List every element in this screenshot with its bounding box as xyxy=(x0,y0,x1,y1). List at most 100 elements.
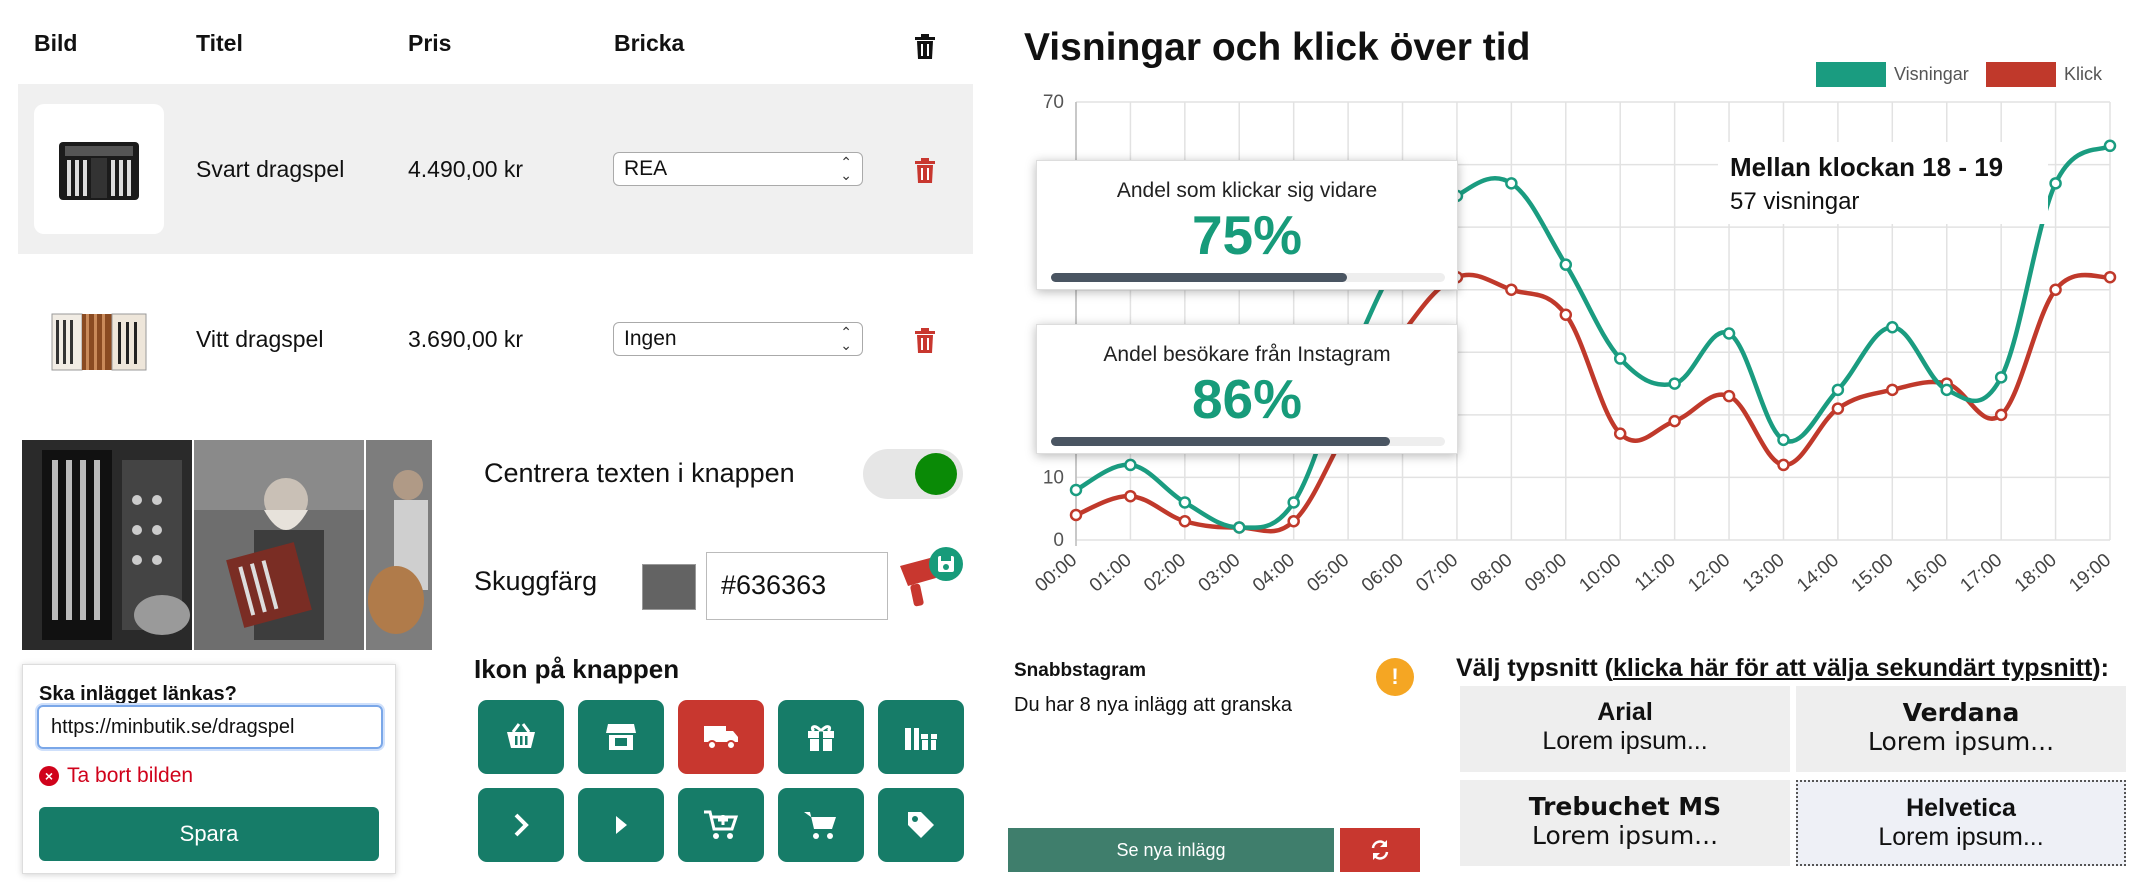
button-icon-label: Ikon på knappen xyxy=(474,654,680,684)
x-tick-label: 10:00 xyxy=(1576,550,1626,597)
kpi-label: Andel besökare från Instagram xyxy=(1103,343,1391,366)
cart-plus-icon xyxy=(704,810,739,839)
x-tick-label: 11:00 xyxy=(1631,550,1680,596)
data-point xyxy=(1668,414,1681,428)
product-price: 4.490,00 kr xyxy=(408,156,524,182)
badge-select[interactable]: REA ⌃ ⌄ xyxy=(613,152,863,186)
kpi-card: Andel som klickar sig vidare 75% xyxy=(1036,160,1458,290)
data-point xyxy=(1124,458,1137,472)
shadow-color-input[interactable]: #636363 xyxy=(706,552,888,620)
photo-accordion-player[interactable] xyxy=(194,440,364,650)
updown-chevron-icon: ⌃ ⌄ xyxy=(840,154,852,183)
photo-accordion-closeup[interactable] xyxy=(22,440,192,650)
icon-option-tag[interactable] xyxy=(878,788,964,862)
kpi-card: Andel besökare från Instagram 86% xyxy=(1036,324,1458,454)
data-point xyxy=(1613,427,1627,440)
data-point xyxy=(1559,258,1573,271)
font-option-helvetica[interactable]: Helvetica Lorem ipsum... xyxy=(1796,780,2126,866)
table-row[interactable]: Vitt dragspel 3.690,00 kr Ingen ⌃ ⌄ xyxy=(18,264,973,414)
font-option-arial[interactable]: Arial Lorem ipsum... xyxy=(1460,686,1790,772)
font-name: Trebuchet MS xyxy=(1528,792,1722,821)
product-price: 3.690,00 kr xyxy=(408,326,524,352)
accordion-image xyxy=(51,313,147,371)
link-url-input[interactable]: https://minbutik.se/dragspel xyxy=(37,705,383,749)
remove-image-link[interactable]: × Ta bort bilden xyxy=(39,764,193,788)
x-tick-label: 18:00 xyxy=(2011,550,2061,597)
kpi-progress xyxy=(1051,273,1445,282)
icon-option-gifts[interactable] xyxy=(878,700,964,774)
data-point xyxy=(1069,508,1083,522)
icon-option-store[interactable] xyxy=(578,700,664,774)
notification-title: Snabbstagram xyxy=(1014,660,1146,681)
toggle-knob xyxy=(915,453,957,495)
y-tick-label: 70 xyxy=(1043,92,1064,113)
notification-text: Du har 8 nya inlägg att granska xyxy=(1014,694,1292,716)
refresh-button[interactable] xyxy=(1340,828,1420,872)
basket-icon xyxy=(507,723,535,748)
icon-option-chevron[interactable] xyxy=(478,788,564,862)
view-new-posts-button[interactable]: Se nya inlägg xyxy=(1008,828,1334,872)
font-sample: Lorem ipsum... xyxy=(1531,821,1719,850)
gifts-icon xyxy=(905,728,937,750)
delete-all-icon[interactable] xyxy=(914,34,936,60)
font-name: Verdana xyxy=(1902,698,2020,727)
warning-icon: ! xyxy=(1376,658,1414,696)
shadow-color-swatch[interactable] xyxy=(642,564,696,610)
photo-drummer[interactable] xyxy=(366,440,432,650)
data-point xyxy=(1940,383,1953,397)
trash-icon[interactable] xyxy=(914,328,936,354)
icon-option-gift[interactable] xyxy=(778,700,864,774)
data-point xyxy=(1722,327,1736,340)
y-tick-label: 10 xyxy=(1043,467,1064,488)
data-point xyxy=(1886,383,1899,397)
updown-chevron-icon: ⌃ ⌄ xyxy=(840,324,852,353)
data-point xyxy=(2049,283,2062,296)
data-point xyxy=(1178,514,1192,528)
font-name: Helvetica xyxy=(1906,794,2016,822)
data-point xyxy=(2049,177,2062,190)
cart-icon xyxy=(804,812,836,839)
x-tick-label: 19:00 xyxy=(2065,550,2115,597)
product-thumbnail xyxy=(34,274,164,404)
icon-option-truck[interactable] xyxy=(678,700,764,774)
font-option-trebuchet[interactable]: Trebuchet MS Lorem ipsum... xyxy=(1460,780,1790,866)
x-tick-label: 05:00 xyxy=(1303,550,1353,597)
data-point xyxy=(1831,383,1845,397)
font-sample: Lorem ipsum... xyxy=(1542,727,1708,755)
data-point xyxy=(1668,377,1681,390)
center-text-label: Centrera texten i knappen xyxy=(484,458,795,488)
y-tick-label: 0 xyxy=(1053,530,1064,551)
icon-option-cart[interactable] xyxy=(778,788,864,862)
data-point xyxy=(1722,389,1736,403)
data-point xyxy=(1886,321,1899,334)
x-tick-label: 14:00 xyxy=(1793,550,1843,597)
kpi-value: 75% xyxy=(1191,204,1303,266)
font-sample: Lorem ipsum... xyxy=(1867,727,2055,756)
badge-select[interactable]: Ingen ⌃ ⌄ xyxy=(613,322,863,356)
col-header-price: Pris xyxy=(408,30,452,56)
secondary-font-link[interactable]: klicka här för att välja sekundärt typsn… xyxy=(1613,654,2092,682)
save-button[interactable]: Spara xyxy=(39,807,379,861)
icon-option-caret[interactable] xyxy=(578,788,664,862)
kpi-progress-fill xyxy=(1051,437,1390,446)
font-option-verdana[interactable]: Verdana Lorem ipsum... xyxy=(1796,686,2126,772)
icon-option-basket[interactable] xyxy=(478,700,564,774)
x-tick-label: 17:00 xyxy=(1956,550,2006,597)
trash-icon[interactable] xyxy=(914,158,936,184)
product-title: Svart dragspel xyxy=(196,156,345,182)
icon-picker xyxy=(478,700,964,862)
font-name: Arial xyxy=(1597,698,1653,726)
data-point xyxy=(1505,283,1518,296)
data-point xyxy=(1287,496,1300,509)
paint-save-icon[interactable] xyxy=(896,544,966,614)
data-point xyxy=(1069,483,1083,497)
x-tick-label: 15:00 xyxy=(1848,550,1898,597)
data-point xyxy=(1559,308,1573,321)
icon-option-cart-plus[interactable] xyxy=(678,788,764,862)
font-heading-end: ): xyxy=(2092,654,2109,682)
kpi-value: 86% xyxy=(1191,368,1303,430)
table-row[interactable]: Svart dragspel 4.490,00 kr REA ⌃ ⌄ xyxy=(18,84,973,254)
x-tick-label: 06:00 xyxy=(1358,550,1408,597)
center-text-toggle[interactable] xyxy=(863,449,963,499)
x-tick-label: 04:00 xyxy=(1249,550,1299,597)
